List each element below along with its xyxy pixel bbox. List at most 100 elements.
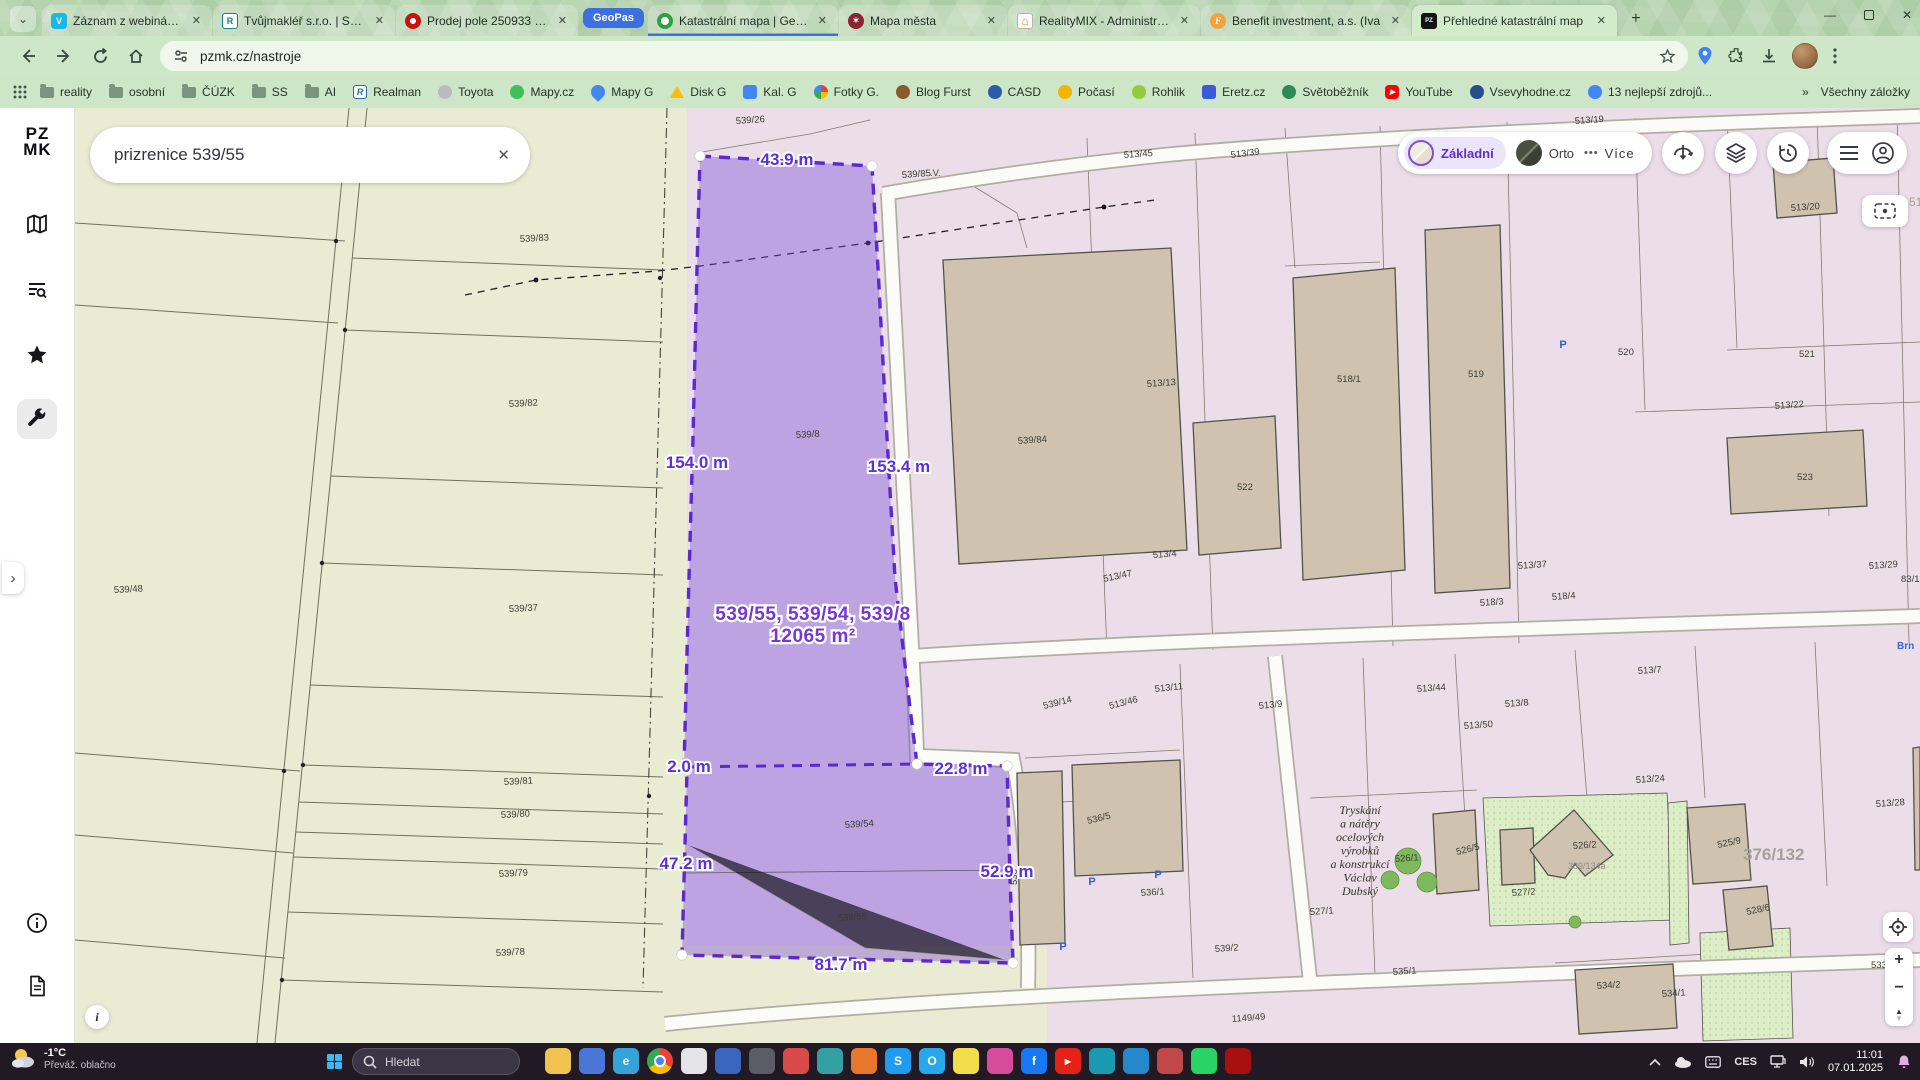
bookmark-item[interactable]: Kal. G [743,85,796,99]
skype-taskbar-icon[interactable]: S [885,1048,911,1074]
office-taskbar-icon[interactable] [715,1048,741,1074]
vscode-taskbar-icon[interactable] [1123,1048,1149,1074]
url-text[interactable]: pzmk.cz/nastroje [200,49,1659,64]
sidebar-expand-chevron[interactable]: › [2,562,24,594]
bookmark-item[interactable]: Světoběžník [1282,85,1368,99]
whatsapp-taskbar-icon[interactable] [1191,1048,1217,1074]
info-circle-icon[interactable] [17,903,57,943]
zoom-in-button[interactable]: + [1894,952,1903,968]
acrobat-taskbar-icon[interactable] [1225,1048,1251,1074]
basemap-more-button[interactable]: ••• Více [1584,146,1635,161]
viewer-taskbar-icon[interactable] [1157,1048,1183,1074]
maps-taskbar-icon[interactable] [817,1048,843,1074]
youtube-taskbar-icon[interactable]: ▶ [1055,1048,1081,1074]
tools-wrench-icon[interactable] [17,399,57,439]
site-settings-icon[interactable] [172,48,190,64]
zoom-out-button[interactable]: − [1894,980,1903,996]
bookmark-item[interactable]: Vsevyhodne.cz [1470,85,1571,99]
rotate-3d-button[interactable] [1662,132,1704,174]
all-bookmarks-button[interactable]: Všechny záložky [1821,85,1910,99]
compass-icon[interactable]: ▲▼ [1895,1008,1903,1022]
network-icon[interactable] [1770,1055,1786,1069]
tab-search-button[interactable]: ⌄ [10,6,36,32]
tab-close-icon[interactable]: ✕ [1388,14,1403,27]
list-search-icon[interactable] [17,270,57,310]
firefox-taskbar-icon[interactable] [851,1048,877,1074]
chrome-taskbar-icon[interactable] [647,1048,673,1074]
bookmark-item[interactable]: Disk G [670,85,726,99]
bookmark-item[interactable]: Počasí [1058,85,1115,99]
layers-button[interactable] [1715,132,1757,174]
facebook-taskbar-icon[interactable]: f [1021,1048,1047,1074]
browser-tab[interactable]: ⌂RealityMIX - Administrační✕ [1008,5,1200,36]
outlook-taskbar-icon[interactable]: O [919,1048,945,1074]
sticky-notes-taskbar-icon[interactable] [953,1048,979,1074]
favorites-star-icon[interactable] [17,335,57,375]
map-icon[interactable] [17,204,57,244]
menu-kebab-icon[interactable] [1832,47,1838,65]
account-icon[interactable] [1871,141,1895,165]
taskbar-weather-widget[interactable]: -1°C Převáž. oblačno [10,1046,116,1072]
bookmark-item[interactable]: ▶YouTube [1385,85,1452,99]
clear-search-icon[interactable]: ✕ [497,146,510,164]
browser-tab[interactable]: FBenefit investment, a.s. (Iva✕ [1201,5,1411,36]
start-button[interactable] [322,1049,347,1074]
document-icon[interactable] [17,966,57,1006]
download-icon[interactable] [1760,47,1778,65]
tab-close-icon[interactable]: ✕ [189,14,204,27]
taskbar-search[interactable]: Hledat [352,1048,520,1075]
bookmark-item[interactable]: reality [40,85,92,99]
browser-tab[interactable]: Prodej pole 250933 m², Mě✕ [396,5,578,36]
profile-avatar[interactable] [1792,43,1818,69]
calculator-taskbar-icon[interactable] [681,1048,707,1074]
screenshot-button[interactable] [1862,195,1908,227]
photos-taskbar-icon[interactable] [987,1048,1013,1074]
bookmark-item[interactable]: Toyota [438,85,493,99]
browser-tab[interactable]: Katastrální mapa | GeoPas.c✕ [648,5,838,36]
bookmark-item[interactable]: SS [252,85,288,99]
tab-close-icon[interactable]: ✕ [555,14,570,27]
edge-taskbar-icon[interactable]: e [613,1048,639,1074]
bookmark-item[interactable]: 13 nejlepší zdrojů... [1588,85,1712,99]
extensions-puzzle-icon[interactable] [1728,47,1746,65]
locate-me-button[interactable] [1883,912,1913,942]
bookmark-item[interactable]: Mapy G [591,85,653,99]
taskbar-clock[interactable]: 11:01 07.01.2025 [1828,1049,1883,1075]
search-input[interactable]: prizrenice 539/55 [114,145,497,165]
bookmark-item[interactable]: Eretz.cz [1202,85,1265,99]
bookmark-item[interactable]: Blog Furst [896,85,971,99]
input-language[interactable]: CES [1734,1056,1757,1068]
onedrive-icon[interactable] [1674,1056,1692,1068]
close-button[interactable]: ✕ [1902,8,1912,22]
file-explorer-taskbar-icon[interactable] [545,1048,571,1074]
map-info-button[interactable]: i [85,1005,109,1029]
settings-taskbar-icon[interactable] [749,1048,775,1074]
bookmark-item[interactable]: ČÚZK [182,85,235,99]
bookmarks-overflow-chevron[interactable]: » [1802,85,1809,99]
reload-icon[interactable] [86,42,114,70]
maximize-button[interactable] [1864,10,1874,20]
tab-group-label[interactable]: GeoPas [583,8,644,28]
pzmk-logo[interactable]: PZMK [0,126,75,158]
bookmark-item[interactable]: AI [305,85,336,99]
paint-taskbar-icon[interactable] [783,1048,809,1074]
bookmark-item[interactable]: CASD [988,85,1041,99]
notifications-bell-icon[interactable] [1896,1054,1912,1070]
location-pin-icon[interactable] [1696,46,1714,66]
tab-close-icon[interactable]: ✕ [984,14,999,27]
history-button[interactable] [1767,132,1809,174]
browser-tab[interactable]: PZPřehledné katastrální map✕ [1412,5,1617,36]
minimize-button[interactable]: — [1824,8,1836,22]
bookmark-item[interactable]: RRealman [353,85,421,99]
bookmark-item[interactable]: Mapy.cz [510,85,574,99]
forward-icon[interactable] [50,42,78,70]
tab-close-icon[interactable]: ✕ [372,14,387,27]
back-icon[interactable] [14,42,42,70]
address-bar[interactable]: pzmk.cz/nastroje [160,41,1688,71]
bookmark-star-icon[interactable] [1659,48,1676,65]
browser-tab[interactable]: VZáznam z webináře CeMap✕ [42,5,212,36]
basemap-ortho-button[interactable]: Orto [1516,140,1574,166]
basemap-basic-button[interactable]: Základní [1404,137,1506,169]
apps-grid-icon[interactable] [12,84,28,100]
tab-close-icon[interactable]: ✕ [1594,14,1609,27]
